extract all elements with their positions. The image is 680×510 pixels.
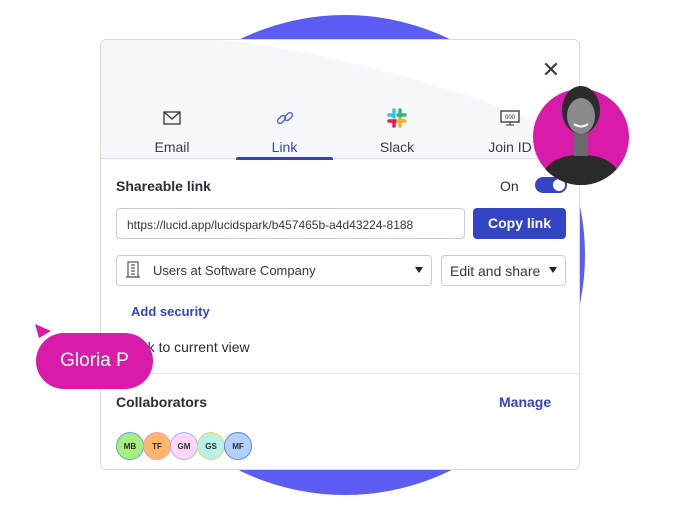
manage-link[interactable]: Manage [499, 394, 551, 410]
tab-slack[interactable]: Slack [347, 102, 447, 159]
envelope-icon [122, 106, 222, 130]
collaborator-avatar[interactable]: MB [116, 432, 144, 460]
building-icon [125, 260, 141, 281]
tab-email[interactable]: Email [122, 102, 222, 159]
copy-link-button[interactable]: Copy link [473, 208, 566, 239]
link-url-input[interactable]: https://lucid.app/lucidspark/b457465b-a4… [116, 208, 465, 239]
user-photo [532, 70, 630, 186]
collaborator-avatar[interactable]: GS [197, 432, 225, 460]
collaborators-title: Collaborators [116, 394, 208, 410]
divider [101, 373, 579, 374]
permission-select[interactable]: Edit and share [441, 255, 566, 286]
shareable-link-title: Shareable link [116, 178, 211, 194]
svg-text:000: 000 [505, 115, 516, 121]
link-icon [236, 106, 333, 130]
collaborator-cursor-badge: Gloria P [36, 333, 153, 389]
access-select[interactable]: Users at Software Company [116, 255, 432, 286]
tab-link[interactable]: Link [236, 102, 333, 160]
chevron-down-icon [415, 267, 423, 273]
share-dialog: ✕ Email Link Slack 000 Join ID Shareable… [100, 39, 580, 470]
access-select-value: Users at Software Company [153, 263, 316, 278]
collaborator-avatar[interactable]: MF [224, 432, 252, 460]
collaborator-avatar[interactable]: GM [170, 432, 198, 460]
collaborator-avatar[interactable]: TF [143, 432, 171, 460]
collaborator-avatars: MB TF GM GS MF [116, 432, 252, 460]
toggle-label: On [500, 178, 519, 194]
add-security-link[interactable]: Add security [131, 304, 210, 319]
share-tabs: Email Link Slack 000 Join ID [101, 102, 579, 160]
slack-icon [347, 106, 447, 130]
permission-select-value: Edit and share [450, 262, 541, 279]
chevron-down-icon [549, 267, 557, 273]
